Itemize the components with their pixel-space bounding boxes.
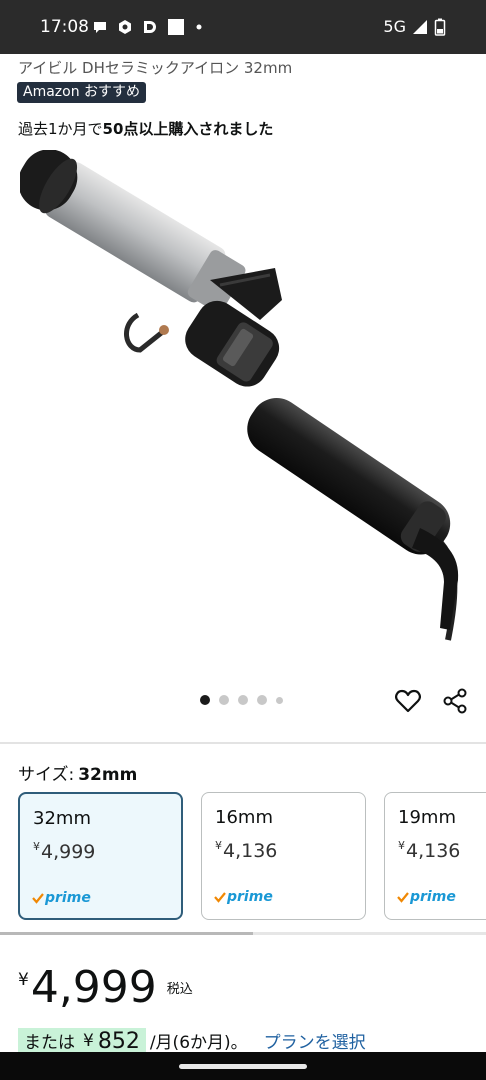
signal-icon: [413, 19, 427, 34]
battery-icon: [434, 18, 446, 36]
size-option-price: ¥4,136: [215, 839, 278, 862]
size-option-price: ¥4,999: [33, 840, 96, 863]
installment-prefix: または: [24, 1033, 75, 1053]
prime-badge: prime: [32, 890, 91, 906]
prime-check-icon: [214, 892, 226, 903]
price-currency: ¥: [18, 970, 29, 990]
prime-badge: prime: [214, 889, 273, 905]
size-option-label: 19mm: [398, 807, 456, 828]
size-label: サイズ: 32mm: [18, 760, 137, 785]
share-button[interactable]: [440, 686, 470, 716]
system-nav-bar: [0, 1052, 486, 1080]
wishlist-button[interactable]: [393, 686, 423, 716]
chat-bubble-icon: [94, 22, 106, 33]
status-time: 17:08: [40, 17, 89, 37]
carousel-dot[interactable]: [238, 695, 248, 705]
price-tax-label: 税込: [166, 982, 193, 997]
purchase-count-prefix: 過去1か月で: [18, 120, 103, 138]
home-gesture-handle[interactable]: [179, 1064, 307, 1069]
size-option-32mm[interactable]: 32mm ¥4,999 prime: [18, 792, 183, 920]
amazon-choice-badge: Amazon おすすめ: [17, 82, 147, 103]
installment-row: または ¥ 852 /月(6か月)。 プランを選択: [18, 1028, 366, 1054]
product-title[interactable]: アイビル DHセラミックアイロン 32mm: [18, 57, 292, 78]
prime-check-icon: [397, 892, 409, 903]
carousel-dot[interactable]: [257, 695, 267, 705]
system-status: 5G: [383, 17, 446, 36]
square-notification-icon: [168, 19, 184, 35]
heart-icon: [395, 689, 421, 713]
gear-notification-icon: [119, 20, 131, 34]
section-divider: [0, 742, 486, 744]
carousel-dots: [200, 695, 283, 705]
share-icon: [443, 688, 467, 714]
purchase-count-bold: 50点以上購入されました: [102, 120, 274, 138]
installment-currency: ¥: [83, 1031, 94, 1051]
notification-icons: [92, 18, 204, 36]
price-block: ¥ 4,999 税込: [18, 962, 193, 1014]
size-options: 32mm ¥4,999 prime 16mm ¥4,136 prime 19mm…: [18, 792, 486, 922]
dot-icon: [196, 24, 202, 30]
size-option-16mm[interactable]: 16mm ¥4,136 prime: [201, 792, 366, 920]
select-plan-link[interactable]: プランを選択: [264, 1028, 366, 1053]
carousel-dot[interactable]: [200, 695, 210, 705]
status-bar: 17:08 5G: [0, 0, 486, 54]
size-option-label: 16mm: [215, 807, 273, 828]
purchase-count-text: 過去1か月で50点以上購入されました: [18, 118, 273, 139]
price-value: 4,999: [30, 962, 157, 1013]
size-option-price: ¥4,136: [398, 839, 461, 862]
size-option-19mm[interactable]: 19mm ¥4,136 prime: [384, 792, 486, 920]
installment-highlight: または ¥ 852: [18, 1028, 146, 1054]
network-label: 5G: [383, 17, 406, 36]
installment-period: /月(6か月)。: [149, 1032, 248, 1053]
size-selected-value: 32mm: [78, 765, 138, 785]
carousel-dot[interactable]: [219, 695, 229, 705]
size-scrollbar[interactable]: [0, 932, 486, 935]
size-scrollbar-thumb[interactable]: [0, 932, 253, 935]
size-option-label: 32mm: [33, 808, 91, 829]
size-label-text: サイズ:: [18, 765, 75, 785]
carousel-dot[interactable]: [276, 696, 283, 704]
prime-check-icon: [32, 893, 44, 904]
prime-badge: prime: [397, 889, 456, 905]
product-image[interactable]: [20, 150, 466, 650]
d-app-icon: [144, 21, 156, 33]
